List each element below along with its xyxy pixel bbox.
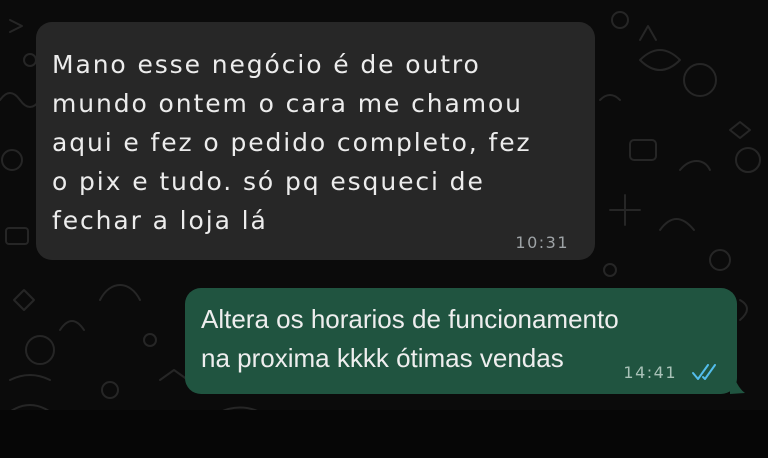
outgoing-message-bubble[interactable]: Altera os horarios de funcionamento na p… [185, 288, 737, 394]
double-check-read-icon [692, 364, 716, 380]
incoming-message-timestamp: 10:31 [515, 233, 569, 252]
message-line: Mano esse negócio é de outro [52, 50, 481, 79]
incoming-message-text: Mano esse negócio é de outro mundo ontem… [52, 45, 592, 240]
message-line: mundo ontem o cara me chamou [52, 89, 523, 118]
message-line: o pix e tudo. só pq esqueci de [52, 167, 485, 196]
message-line: fechar a loja lá [52, 206, 268, 235]
outgoing-message-timestamp: 14:41 [623, 362, 677, 382]
message-line: aqui e fez o pedido completo, fez [52, 128, 532, 157]
incoming-message-bubble[interactable]: Mano esse negócio é de outro mundo ontem… [36, 22, 595, 260]
bottom-shade [0, 410, 768, 458]
message-line: Altera os horarios de funcionamento [201, 304, 619, 334]
outgoing-bubble-tail [730, 366, 745, 394]
outgoing-message-meta: 14:41 [623, 362, 719, 382]
message-line: na proxima kkkk ótimas vendas [201, 343, 564, 373]
